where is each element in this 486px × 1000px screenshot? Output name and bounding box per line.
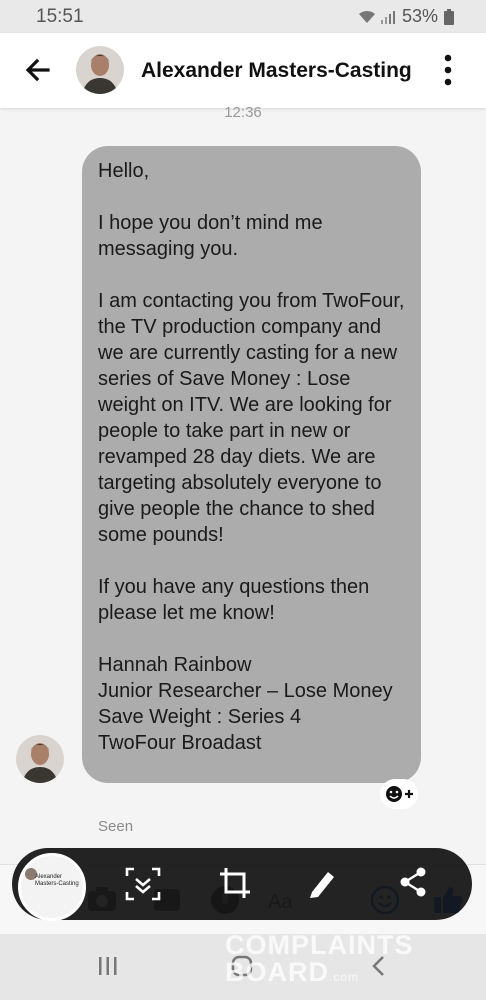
screenshot-toolbar: Alexander Masters-Casting	[12, 848, 472, 921]
message-signature: Hannah Rainbow Junior Researcher – Lose …	[98, 654, 393, 754]
contact-avatar[interactable]	[76, 46, 124, 94]
message-paragraph: Hello,	[98, 160, 150, 182]
wifi-icon	[358, 10, 375, 23]
contact-name[interactable]: Alexander Masters-Casting	[141, 59, 412, 83]
crop-icon[interactable]	[218, 866, 252, 900]
share-icon[interactable]	[398, 866, 428, 898]
watermark-logo: COMPLAINTS BOARD.com	[225, 932, 486, 991]
message-paragraph: I am contacting you from TwoFour, the TV…	[98, 290, 405, 546]
battery-icon	[444, 8, 454, 25]
message-bubble[interactable]: Hello, I hope you don’t mind me messagin…	[82, 146, 421, 783]
draw-icon[interactable]	[308, 866, 338, 898]
back-arrow-icon[interactable]	[22, 55, 52, 85]
status-time: 15:51	[36, 6, 84, 27]
message-timestamp: 12:36	[224, 104, 262, 121]
signal-icon	[380, 10, 395, 24]
watermark-text: COMPLAINTS BOARD	[225, 930, 414, 987]
emoji-plus-icon	[386, 786, 413, 802]
seen-indicator: Seen	[98, 818, 134, 835]
conversation-header: Alexander Masters-Casting	[0, 33, 486, 108]
sender-avatar[interactable]	[16, 735, 64, 783]
battery-percent: 53%	[401, 6, 438, 26]
message-paragraph: If you have any questions then please le…	[98, 576, 370, 624]
thumbnail-title: Alexander Masters-Casting	[35, 874, 79, 887]
screenshot-thumbnail[interactable]: Alexander Masters-Casting	[18, 853, 86, 921]
scroll-capture-icon[interactable]	[124, 866, 162, 902]
add-reaction-button[interactable]	[380, 779, 418, 809]
message-paragraph: I hope you don’t mind me messaging you.	[98, 212, 323, 260]
avatar-photo	[76, 46, 124, 94]
more-options-icon[interactable]	[436, 53, 460, 89]
status-bar: 15:51 53%	[0, 0, 486, 33]
recent-apps-icon[interactable]	[96, 954, 120, 978]
watermark-domain: .com	[329, 970, 360, 984]
avatar-photo	[16, 735, 64, 783]
